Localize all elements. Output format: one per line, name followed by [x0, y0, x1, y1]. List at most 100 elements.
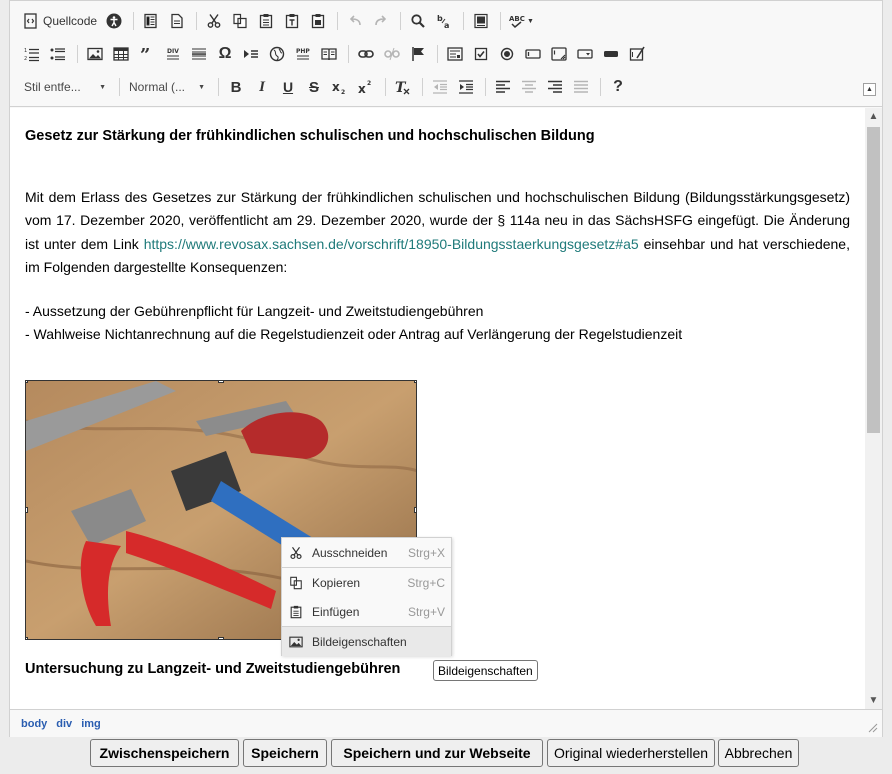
bold-button[interactable]: B [224, 75, 248, 99]
horizontal-rule-button[interactable] [187, 42, 211, 66]
copy-button[interactable] [228, 9, 252, 33]
svg-text:x: x [358, 82, 366, 95]
italic-button[interactable]: I [250, 75, 274, 99]
select-field-button[interactable] [573, 42, 597, 66]
save-button[interactable]: Speichern [243, 739, 327, 767]
paste-word-button[interactable] [306, 9, 330, 33]
indent-icon [459, 80, 473, 94]
styles-dropdown[interactable]: Stil entfe... ▼ [20, 75, 110, 99]
cancel-button[interactable]: Abbrechen [718, 739, 799, 767]
scroll-up-arrow[interactable]: ▲ [865, 108, 882, 125]
styles-dropdown-value: Stil entfe... [24, 80, 81, 94]
accessibility-button[interactable] [102, 9, 126, 33]
new-page-button[interactable] [165, 9, 189, 33]
paste-button[interactable] [254, 9, 278, 33]
form-icon [447, 47, 463, 61]
php-icon: PHP [296, 48, 310, 60]
replace-button[interactable]: ba [432, 9, 456, 33]
align-left-icon [496, 80, 510, 93]
outdent-button[interactable] [428, 75, 452, 99]
form-button[interactable] [443, 42, 467, 66]
source-button-label: Quellcode [43, 14, 98, 28]
remove-format-button[interactable]: T [391, 75, 415, 99]
restore-original-button[interactable]: Original wiederherstellen [547, 739, 715, 767]
text-field-button[interactable] [521, 42, 545, 66]
path-item-img[interactable]: img [81, 718, 101, 730]
subscript-button[interactable]: x2 [328, 75, 352, 99]
path-item-div[interactable]: div [56, 718, 72, 730]
button-field-button[interactable] [599, 42, 623, 66]
align-justify-button[interactable] [569, 75, 593, 99]
redo-button[interactable] [369, 9, 393, 33]
align-right-button[interactable] [543, 75, 567, 99]
php-button[interactable]: PHP [291, 42, 315, 66]
source-button[interactable]: Quellcode [20, 9, 100, 33]
context-item-image-properties[interactable]: Bildeigenschaften [282, 627, 451, 656]
underline-button[interactable]: U [276, 75, 300, 99]
page-break-button[interactable] [239, 42, 263, 66]
context-item-paste[interactable]: Einfügen Strg+V [282, 597, 451, 626]
resize-grip-icon[interactable] [868, 723, 878, 733]
book-button[interactable] [317, 42, 341, 66]
paste-text-button[interactable] [280, 9, 304, 33]
align-left-button[interactable] [491, 75, 515, 99]
select-all-button[interactable] [469, 9, 493, 33]
resize-handle[interactable] [218, 637, 224, 639]
scroll-thumb[interactable] [867, 127, 880, 433]
templates-button[interactable] [139, 9, 163, 33]
link-button[interactable] [354, 42, 378, 66]
special-char-button[interactable]: Ω [213, 42, 237, 66]
image-button[interactable] [83, 42, 107, 66]
cut-button[interactable] [202, 9, 226, 33]
scroll-down-arrow[interactable]: ▼ [865, 692, 882, 709]
format-dropdown[interactable]: Normal (... ▼ [125, 75, 209, 99]
align-center-button[interactable] [517, 75, 541, 99]
paste-text-icon [285, 14, 299, 29]
context-item-cut[interactable]: Ausschneiden Strg+X [282, 538, 451, 567]
collapse-toolbar-button[interactable]: ▲ [863, 83, 876, 96]
textarea-button[interactable] [547, 42, 571, 66]
replace-icon: ba [437, 14, 449, 29]
resize-handle[interactable] [26, 381, 28, 383]
revosax-link[interactable]: https://www.revosax.sachsen.de/vorschrif… [144, 236, 639, 252]
superscript-button[interactable]: x2 [354, 75, 378, 99]
toolbar-row-3: Stil entfe... ▼ Normal (... ▼ B I U S x2… [20, 74, 632, 100]
resize-handle[interactable] [414, 381, 416, 383]
div-container-button[interactable]: DIV [161, 42, 185, 66]
save-and-view-button[interactable]: Speichern und zur Webseite [331, 739, 543, 767]
anchor-button[interactable] [406, 42, 430, 66]
toolbar-separator [385, 78, 386, 96]
vertical-scrollbar[interactable]: ▲ ▼ [865, 108, 882, 709]
resize-handle[interactable] [26, 637, 28, 639]
context-item-copy[interactable]: Kopieren Strg+C [282, 568, 451, 597]
checkbox-button[interactable] [469, 42, 493, 66]
resize-handle[interactable] [414, 507, 416, 513]
hidden-field-button[interactable] [625, 42, 649, 66]
indent-button[interactable] [454, 75, 478, 99]
flag-icon [412, 47, 424, 61]
paste-icon [288, 604, 304, 620]
path-item-body[interactable]: body [21, 718, 47, 730]
resize-handle[interactable] [218, 381, 224, 383]
radio-button-tool[interactable] [495, 42, 519, 66]
spellcheck-icon: ABC [509, 15, 525, 29]
iframe-button[interactable] [265, 42, 289, 66]
resize-handle[interactable] [26, 507, 28, 513]
table-button[interactable] [109, 42, 133, 66]
toolbar-separator [77, 45, 78, 63]
svg-text:2: 2 [341, 89, 345, 95]
help-button[interactable]: ? [606, 75, 630, 99]
spellcheck-button[interactable]: ABC ▼ [506, 9, 537, 33]
context-item-label: Kopieren [312, 575, 361, 590]
numbered-list-button[interactable]: 12 [20, 42, 44, 66]
checkbox-icon [474, 47, 488, 61]
shortcut-label: Strg+C [407, 575, 445, 590]
undo-button[interactable] [343, 9, 367, 33]
unlink-button[interactable] [380, 42, 404, 66]
save-draft-button[interactable]: Zwischenspeichern [90, 739, 239, 767]
align-right-icon [548, 80, 562, 93]
find-button[interactable] [406, 9, 430, 33]
blockquote-button[interactable]: ” [135, 42, 159, 66]
strikethrough-button[interactable]: S [302, 75, 326, 99]
bullet-list-button[interactable] [46, 42, 70, 66]
